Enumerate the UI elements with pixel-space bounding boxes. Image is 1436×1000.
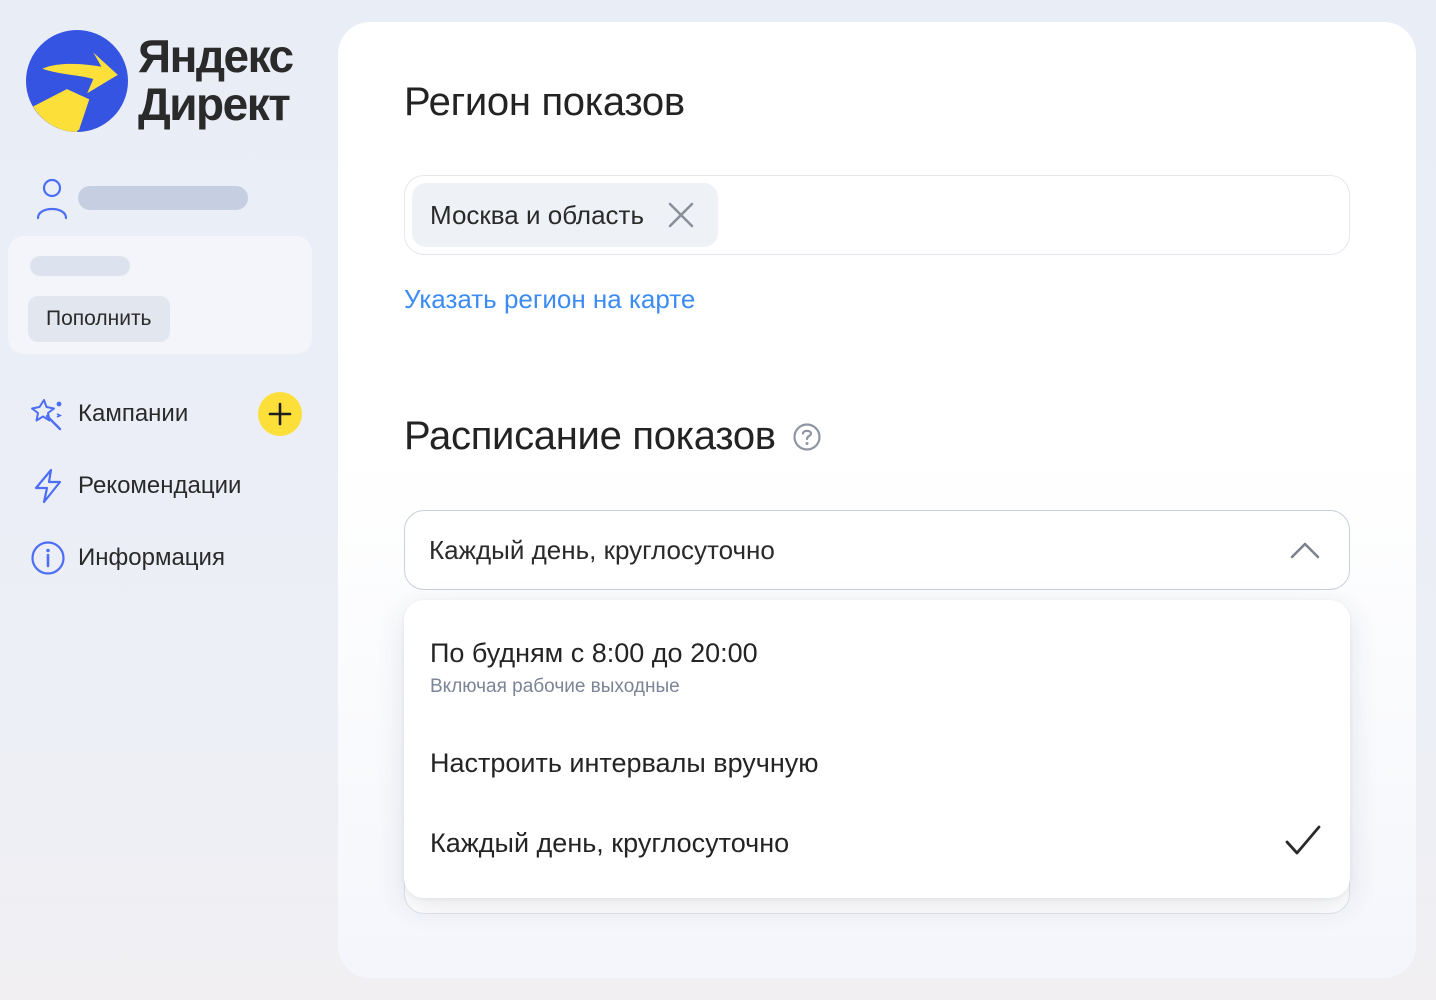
option-title: Настроить интервалы вручную <box>430 748 819 778</box>
checkmark-icon <box>1285 825 1321 855</box>
yandex-direct-logo[interactable]: Яндекс Директ <box>26 28 316 138</box>
specify-region-on-map-link[interactable]: Указать регион на карте <box>404 284 695 315</box>
campaign-settings-card: Регион показов Москва и область Указать … <box>338 22 1416 978</box>
schedule-option-every-day[interactable]: Каждый день, круглосуточно <box>430 825 1324 860</box>
user-name-placeholder <box>78 186 248 210</box>
user-account[interactable] <box>34 176 294 220</box>
plus-icon <box>268 402 292 426</box>
topup-button[interactable]: Пополнить <box>28 296 170 342</box>
balance-card: Пополнить <box>8 236 312 354</box>
sidebar-nav: Кампании Рекомендации Информация <box>0 378 326 594</box>
schedule-option-custom-intervals[interactable]: Настроить интервалы вручную <box>430 746 1324 780</box>
schedule-option-weekdays[interactable]: По будням с 8:00 до 20:00 Включая рабочи… <box>430 636 1324 698</box>
schedule-section-header: Расписание показов <box>404 414 822 459</box>
region-section-title: Регион показов <box>404 80 685 124</box>
sidebar-item-information[interactable]: Информация <box>0 522 326 594</box>
sidebar-item-label: Кампании <box>78 400 189 427</box>
sidebar-item-label: Рекомендации <box>78 472 242 499</box>
person-icon <box>36 178 68 220</box>
region-chip[interactable]: Москва и область <box>412 183 719 247</box>
add-campaign-button[interactable] <box>258 392 302 436</box>
chevron-up-icon <box>1290 542 1320 559</box>
schedule-select[interactable]: Каждый день, круглосуточно <box>404 510 1350 590</box>
question-circle-icon[interactable] <box>792 422 822 452</box>
schedule-select-value: Каждый день, круглосуточно <box>429 534 775 565</box>
logo-line-1: Яндекс <box>138 30 294 82</box>
info-icon <box>31 541 65 575</box>
lightning-icon <box>34 468 62 504</box>
schedule-section-title: Расписание показов <box>404 414 776 458</box>
yandex-direct-logo-icon <box>26 30 128 132</box>
option-title: Каждый день, круглосуточно <box>430 828 790 858</box>
option-title: По будням с 8:00 до 20:00 <box>430 638 758 668</box>
balance-placeholder <box>30 256 130 276</box>
logo-line-2: Директ <box>138 78 291 130</box>
sidebar-item-label: Информация <box>78 544 225 571</box>
close-icon[interactable] <box>666 200 696 230</box>
region-chip-label: Москва и область <box>430 199 645 230</box>
sidebar: Яндекс Директ Пополнить Кампании Рекомен… <box>0 0 326 590</box>
region-input[interactable]: Москва и область <box>404 175 1350 255</box>
schedule-dropdown-menu: По будням с 8:00 до 20:00 Включая рабочи… <box>404 600 1350 898</box>
sidebar-item-recommendations[interactable]: Рекомендации <box>0 450 326 522</box>
sparkle-wand-icon <box>31 399 63 431</box>
sidebar-item-campaigns[interactable]: Кампании <box>0 378 326 450</box>
logo-wordmark: Яндекс Директ <box>138 30 294 130</box>
option-subtitle: Включая рабочие выходные <box>430 676 680 697</box>
